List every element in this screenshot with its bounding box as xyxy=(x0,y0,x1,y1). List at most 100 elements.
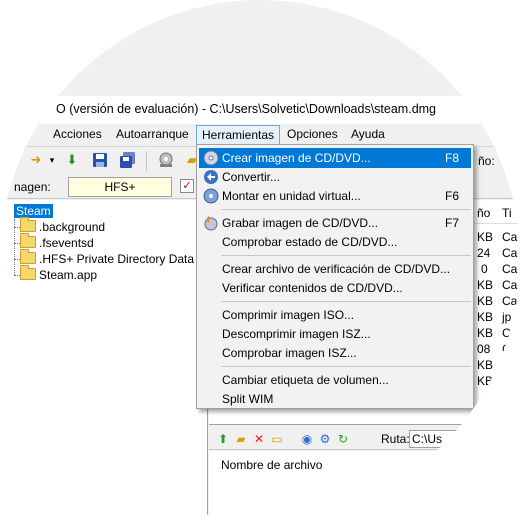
burn-icon xyxy=(203,215,219,231)
menu-separator xyxy=(221,366,471,367)
file-type-cell: jp xyxy=(502,310,512,324)
refresh-icon[interactable]: ◉ xyxy=(299,431,315,447)
file-type-cell: Ca xyxy=(502,374,518,388)
folder-icon xyxy=(20,265,36,280)
file-size-cell: 24 xyxy=(477,246,491,260)
menu-item-split-wim[interactable]: Split WIM xyxy=(199,389,471,409)
extract-icon[interactable]: ⬇ xyxy=(64,152,80,168)
file-size-cell: KB xyxy=(477,230,494,244)
title-bar: O (versión de evaluación) - C:\Users\Sol… xyxy=(0,96,520,124)
tree-item-label: .fseventsd xyxy=(39,236,94,250)
app-window: O (versión de evaluación) - C:\Users\Sol… xyxy=(0,0,520,520)
file-size-cell: 0 xyxy=(481,262,488,276)
convert-icon xyxy=(203,169,219,185)
path-label: Ruta: xyxy=(381,432,410,446)
menu-item-label: Comprobar imagen ISZ... xyxy=(222,346,357,360)
menu-item-label: Descomprimir imagen ISZ... xyxy=(222,327,371,341)
file-type-cell: Ca xyxy=(502,358,518,372)
column-type-header[interactable]: Ti xyxy=(502,206,512,220)
toolbar-right-label: ño: xyxy=(478,154,495,168)
up-arrow-icon[interactable]: ⬆ xyxy=(215,431,231,447)
tree-item-background[interactable]: .background xyxy=(20,217,106,235)
file-size-cell: KB xyxy=(477,278,494,292)
menu-item-descomprimir-isz[interactable]: Descomprimir imagen ISZ... xyxy=(199,324,471,344)
menu-item-shortcut: F8 xyxy=(444,151,459,165)
menu-item-montar[interactable]: Montar en unidad virtual... F6 xyxy=(199,186,471,206)
tree-root-label: Steam xyxy=(14,204,53,218)
menu-item-shortcut: F6 xyxy=(444,189,459,203)
save-icon[interactable] xyxy=(92,152,108,168)
toolbar-separator xyxy=(146,151,147,171)
menu-item-label: Comprimir imagen ISO... xyxy=(222,308,355,322)
menu-item-grabar[interactable]: Grabar imagen de CD/DVD... F7 xyxy=(199,213,471,233)
menu-opciones[interactable]: Opciones xyxy=(287,127,338,141)
save-as-icon[interactable] xyxy=(120,152,136,168)
folder-icon xyxy=(20,217,36,232)
file-size-cell: KB xyxy=(477,326,494,340)
file-size-cell: KB xyxy=(477,310,494,324)
menu-item-label: Cambiar etiqueta de volumen... xyxy=(222,373,389,387)
file-type-cell: Ca xyxy=(502,326,518,340)
menu-herramientas[interactable]: Herramientas xyxy=(196,125,281,144)
properties-icon[interactable] xyxy=(158,152,174,168)
column-size-header[interactable]: ño xyxy=(477,206,490,220)
menu-item-verificar-contenidos[interactable]: Verificar contenidos de CD/DVD... xyxy=(199,278,471,298)
reload-icon[interactable]: ↻ xyxy=(335,431,351,447)
image-type-checkbox[interactable]: ✓ xyxy=(180,179,194,193)
menu-ayuda[interactable]: Ayuda xyxy=(351,127,385,141)
disc-icon xyxy=(203,150,219,166)
tree-item-label: .background xyxy=(39,220,106,234)
tree-item-label: Steam.app xyxy=(39,268,98,282)
mount-icon xyxy=(203,188,219,204)
menu-item-cambiar-etiqueta[interactable]: Cambiar etiqueta de volumen... xyxy=(199,370,471,390)
local-file-list: Nombre de archivo xyxy=(209,451,520,520)
open-icon[interactable]: ➜ xyxy=(28,152,44,168)
file-type-cell: Ca xyxy=(502,262,518,276)
window-title: O (versión de evaluación) - C:\Users\Sol… xyxy=(56,102,437,116)
file-type-cell: Ca xyxy=(502,246,518,260)
menu-item-label: Crear archivo de verificación de CD/DVD.… xyxy=(222,262,451,276)
new-folder-icon[interactable]: ▰ xyxy=(233,431,249,447)
image-type-label: nagen: xyxy=(14,180,51,194)
menu-item-comprobar-estado[interactable]: Comprobar estado de CD/DVD... xyxy=(199,232,471,252)
tree-item-fseventsd[interactable]: .fseventsd xyxy=(20,233,94,251)
file-type-cell: Ca xyxy=(502,278,518,292)
delete-icon[interactable]: ✕ xyxy=(251,431,267,447)
menu-item-label: Verificar contenidos de CD/DVD... xyxy=(222,281,403,295)
filename-column-header[interactable]: Nombre de archivo xyxy=(221,458,322,472)
file-size-cell: KB xyxy=(477,294,494,308)
menu-item-label: Convertir... xyxy=(222,170,281,184)
menu-item-crear-verificacion[interactable]: Crear archivo de verificación de CD/DVD.… xyxy=(199,259,471,279)
menu-item-label: Montar en unidad virtual... xyxy=(222,189,361,203)
image-type-field[interactable]: HFS+ xyxy=(68,177,172,197)
file-type-cell: Ca xyxy=(502,230,518,244)
file-size-cell: KB xyxy=(477,374,494,388)
menu-item-comprimir-iso[interactable]: Comprimir imagen ISO... xyxy=(199,305,471,325)
menu-bar: Acciones Autoarranque Herramientas Opcio… xyxy=(0,124,520,144)
menu-item-label: Split WIM xyxy=(222,392,274,406)
tree-item-hfs-private[interactable]: .HFS+ Private Directory Data xyxy=(20,249,194,267)
menu-item-comprobar-isz[interactable]: Comprobar imagen ISZ... xyxy=(199,343,471,363)
menu-acciones[interactable]: Acciones xyxy=(53,127,102,141)
folder-icon xyxy=(20,249,36,264)
lower-toolbar: ⬆ ▰ ✕ ▭ ◉ ⚙ ↻ Ruta: C:\Us xyxy=(209,428,520,450)
menu-item-crear-imagen[interactable]: Crear imagen de CD/DVD... F8 xyxy=(199,148,471,168)
menu-item-label: Crear imagen de CD/DVD... xyxy=(222,151,371,165)
tree-item-steam-app[interactable]: Steam.app xyxy=(20,265,98,283)
menu-item-convertir[interactable]: Convertir... xyxy=(199,167,471,187)
file-size-cell: KB xyxy=(477,358,494,372)
herramientas-dropdown-menu: Crear imagen de CD/DVD... F8 Convertir..… xyxy=(196,144,474,409)
file-size-cell: 08 xyxy=(477,342,491,356)
folder-icon xyxy=(20,233,36,248)
menu-separator xyxy=(221,209,471,210)
gear-icon[interactable]: ⚙ xyxy=(317,431,333,447)
menu-separator xyxy=(221,255,471,256)
path-input[interactable]: C:\Us xyxy=(409,430,469,448)
rename-icon[interactable]: ▭ xyxy=(269,431,285,447)
menu-separator xyxy=(221,301,471,302)
menu-autoarranque[interactable]: Autoarranque xyxy=(116,127,189,141)
dropdown-arrow-icon[interactable]: ▾ xyxy=(44,152,60,168)
folder-tree: Steam .background .fseventsd .HFS+ Priva… xyxy=(0,200,208,520)
menu-item-label: Comprobar estado de CD/DVD... xyxy=(222,235,398,249)
file-type-cell: Ca xyxy=(502,294,518,308)
